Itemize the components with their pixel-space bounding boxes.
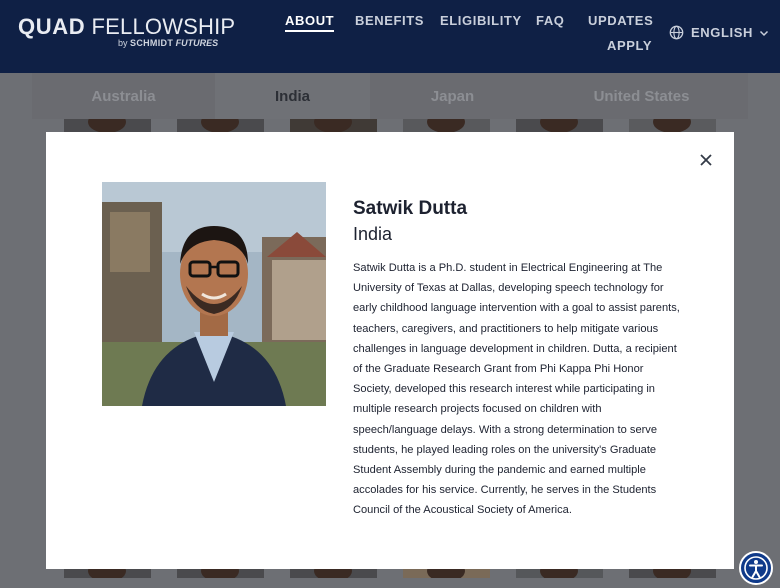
quad-fellowship-logo[interactable]: QUAD FELLOWSHIP by SCHMIDT FUTURES (18, 14, 236, 48)
language-label: ENGLISH (691, 25, 753, 40)
nav-faq[interactable]: FAQ (536, 13, 565, 28)
fellow-thumbnail[interactable] (516, 568, 603, 578)
close-icon[interactable] (698, 152, 714, 168)
chevron-down-icon (759, 30, 769, 36)
nav-benefits[interactable]: BENEFITS (355, 13, 424, 28)
fellow-thumbnail[interactable] (64, 119, 151, 132)
country-tabs: Australia India Japan United States (32, 73, 748, 119)
tab-japan[interactable]: Japan (370, 73, 535, 119)
nav-apply[interactable]: APPLY (607, 38, 652, 53)
logo-byline: by SCHMIDT FUTURES (118, 38, 219, 48)
fellow-thumbnail[interactable] (629, 568, 716, 578)
fellow-country: India (353, 224, 393, 244)
fellow-profile-modal: Satwik Dutta India Satwik Dutta is a Ph.… (46, 132, 734, 569)
fellow-thumbnail[interactable] (177, 568, 264, 578)
accessibility-icon (744, 556, 768, 580)
fellow-thumbnail[interactable] (403, 568, 490, 578)
language-selector[interactable]: ENGLISH (669, 25, 769, 40)
tab-india[interactable]: India (215, 73, 370, 119)
globe-icon (669, 25, 684, 40)
fellow-bio-text: Satwik Dutta is a Ph.D. student in Elect… (353, 262, 680, 517)
fellow-thumbnail[interactable] (290, 568, 377, 578)
fellow-thumbnail[interactable] (516, 119, 603, 132)
fellow-thumbnail[interactable] (629, 119, 716, 132)
fellow-thumbnail[interactable] (177, 119, 264, 132)
tab-united-states[interactable]: United States (535, 73, 748, 119)
fellow-thumbnail[interactable] (290, 119, 377, 132)
fellow-thumbnail[interactable] (403, 119, 490, 132)
fellow-thumbnail[interactable] (64, 568, 151, 578)
fellow-bio: Satwik Dutta is a Ph.D. student in Elect… (102, 258, 680, 521)
nav-about[interactable]: ABOUT (285, 13, 335, 32)
nav-updates[interactable]: UPDATES (588, 13, 653, 28)
accessibility-button[interactable] (739, 551, 773, 585)
fellow-name: Satwik Dutta (353, 198, 468, 219)
tab-australia[interactable]: Australia (32, 73, 215, 119)
site-header: QUAD FELLOWSHIP by SCHMIDT FUTURES ABOUT… (0, 0, 780, 73)
logo-wordmark: QUAD FELLOWSHIP (18, 14, 236, 39)
nav-eligibility[interactable]: ELIGIBILITY (440, 13, 522, 28)
